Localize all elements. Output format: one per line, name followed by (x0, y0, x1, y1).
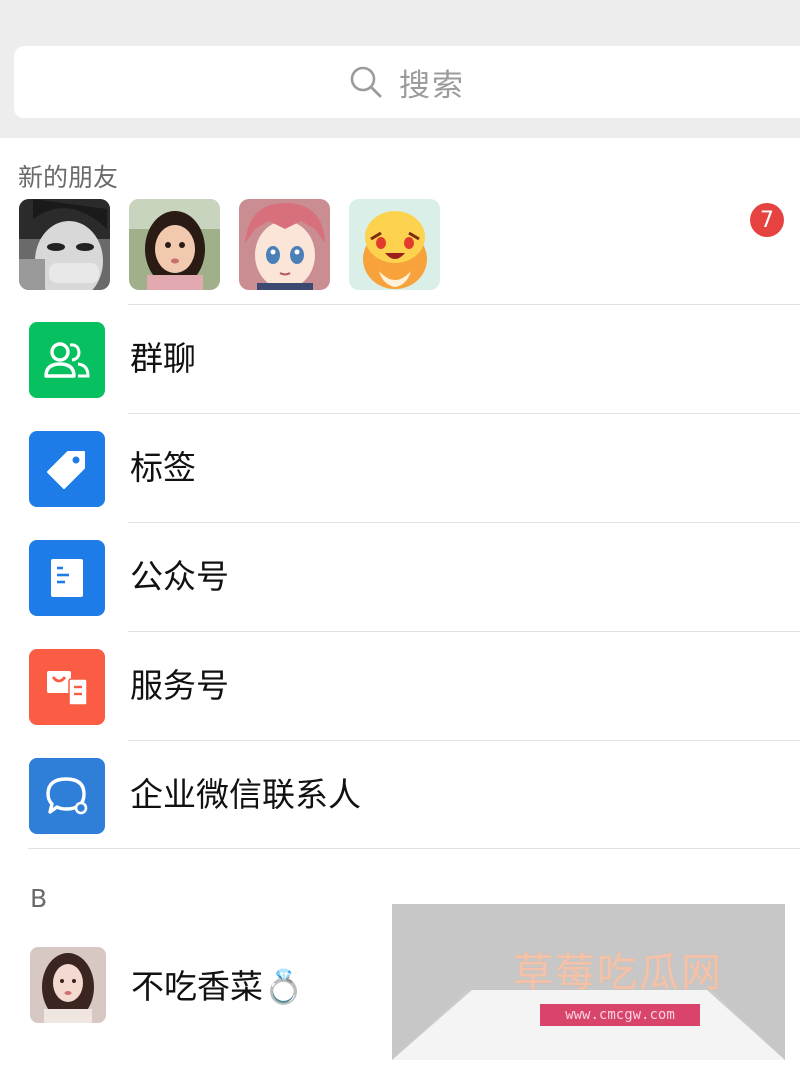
search-box[interactable]: 搜索 (14, 46, 800, 118)
wecom-contact-icon (29, 758, 105, 834)
menu-item-label: 群聊 (130, 339, 196, 378)
official-account-icon (29, 540, 105, 616)
menu-item-label: 公众号 (130, 557, 229, 596)
search-placeholder: 搜索 (399, 67, 465, 104)
search-icon (349, 65, 383, 99)
menu-item-label: 企业微信联系人 (130, 775, 361, 814)
search-bar-area: 搜索 (0, 0, 800, 138)
tag-icon (29, 431, 105, 507)
watermark-title: 草莓吃瓜网 (513, 950, 723, 996)
menu-item-wecom-contacts[interactable]: 企业微信联系人 (0, 740, 800, 849)
new-friend-avatar[interactable] (349, 199, 440, 290)
menu-item-official-accounts[interactable]: 公众号 (0, 522, 800, 631)
new-friends-title: 新的朋友 (18, 163, 119, 192)
new-friends-section[interactable]: 新的朋友 7 (0, 138, 800, 304)
divider (28, 848, 800, 849)
watermark: 草莓吃瓜网 www.cmcgw.com (392, 904, 785, 1060)
menu-item-label: 标签 (130, 448, 196, 487)
watermark-url: www.cmcgw.com (540, 1004, 700, 1026)
menu-item-service-accounts[interactable]: 服务号 (0, 631, 800, 740)
contact-avatar[interactable] (30, 947, 106, 1023)
service-account-icon (29, 649, 105, 725)
menu-item-label: 服务号 (130, 666, 229, 705)
menu-item-tags[interactable]: 标签 (0, 413, 800, 522)
contact-name: 不吃香菜💍 (131, 967, 305, 1006)
menu-item-group-chat[interactable]: 群聊 (0, 304, 800, 413)
contact-section-letter: B (30, 884, 48, 913)
new-friend-avatar[interactable] (129, 199, 220, 290)
new-friend-avatar[interactable] (19, 199, 110, 290)
new-friend-avatar[interactable] (239, 199, 330, 290)
new-friends-badge: 7 (750, 203, 784, 237)
group-chat-icon (29, 322, 105, 398)
